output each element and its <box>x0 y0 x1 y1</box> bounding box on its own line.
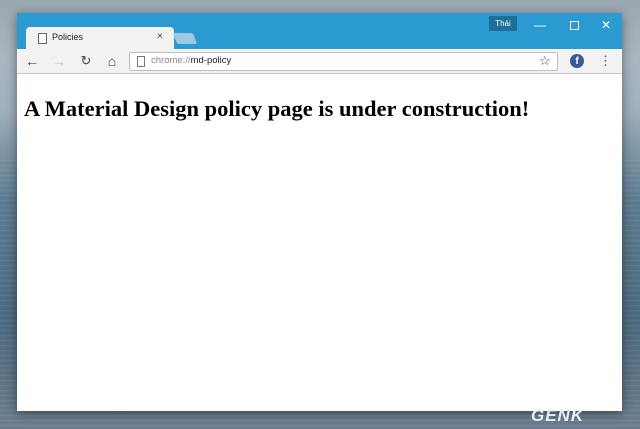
profile-button[interactable]: Thái <box>489 16 517 31</box>
browser-window: Thái — ✕ Policies × ← → ↻ ⌂ chrome://md-… <box>17 13 622 411</box>
title-bar: Thái — ✕ Policies × <box>17 13 622 49</box>
maximize-icon <box>569 21 579 31</box>
page-content: A Material Design policy page is under c… <box>17 74 622 411</box>
url-scheme: chrome:// <box>151 55 191 66</box>
browser-toolbar: ← → ↻ ⌂ chrome://md-policy ☆ f ⋮ <box>17 49 622 74</box>
page-info-icon[interactable] <box>137 56 145 67</box>
url-text: chrome://md-policy <box>151 55 231 66</box>
document-icon <box>38 33 47 44</box>
minimize-icon: — <box>534 18 546 32</box>
genk-watermark-logo: GENK <box>531 406 585 425</box>
tab-close-button[interactable]: × <box>157 31 163 42</box>
tab-policies[interactable]: Policies × <box>26 27 174 49</box>
close-icon: ✕ <box>600 18 612 32</box>
facebook-extension-icon[interactable]: f <box>570 54 584 68</box>
back-button[interactable]: ← <box>21 50 43 72</box>
close-window-button[interactable]: ✕ <box>589 13 623 37</box>
bookmark-star-icon[interactable]: ☆ <box>539 53 551 69</box>
reload-icon: ↻ <box>80 53 92 68</box>
forward-arrow-icon: → <box>52 53 66 69</box>
new-tab-button[interactable] <box>172 33 198 44</box>
page-heading: A Material Design policy page is under c… <box>24 96 530 121</box>
minimize-button[interactable]: — <box>523 13 557 37</box>
tab-title: Policies <box>52 32 84 42</box>
home-icon: ⌂ <box>107 53 117 69</box>
kebab-menu-icon: ⋮ <box>599 53 612 68</box>
url-path: md-policy <box>190 55 232 66</box>
forward-button[interactable]: → <box>48 50 70 72</box>
maximize-button[interactable] <box>557 13 591 37</box>
desktop-background: { "browser": { "profile_name": "Thái", "… <box>0 0 640 429</box>
browser-menu-button[interactable]: ⋮ <box>599 52 612 70</box>
reload-button[interactable]: ↻ <box>75 50 97 72</box>
address-bar[interactable]: chrome://md-policy ☆ <box>129 52 558 71</box>
home-button[interactable]: ⌂ <box>101 50 123 72</box>
back-arrow-icon: ← <box>25 53 39 69</box>
